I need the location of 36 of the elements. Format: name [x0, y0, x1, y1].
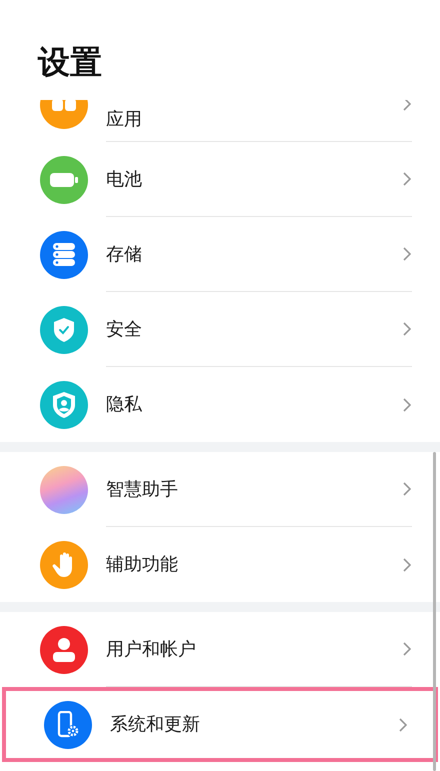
settings-row[interactable]: 电池	[2, 142, 438, 217]
chevron-icon	[402, 171, 412, 187]
chevron-icon	[398, 716, 408, 732]
settings-row[interactable]: 用户和帐户	[2, 612, 438, 687]
row-label: 存储	[106, 242, 143, 266]
settings-row[interactable]: 系统和更新	[2, 687, 438, 762]
storage-icon	[40, 230, 88, 278]
settings-row[interactable]: 辅助功能	[2, 527, 438, 602]
settings-row[interactable]: 应用	[2, 100, 438, 142]
chevron-icon	[402, 246, 412, 262]
settings-row[interactable]: 智慧助手	[2, 452, 438, 527]
row-label: 辅助功能	[106, 553, 179, 577]
row-label: 隐私	[106, 393, 143, 417]
shield-check-icon	[40, 306, 88, 354]
row-label: 智慧助手	[106, 478, 179, 502]
shield-person-icon	[40, 380, 88, 428]
assistant-icon	[40, 466, 88, 514]
settings-row[interactable]: 存储	[2, 217, 438, 292]
battery-icon	[40, 156, 88, 204]
settings-row[interactable]: 隐私	[2, 367, 438, 442]
chevron-icon	[402, 396, 412, 412]
row-label: 系统和更新	[110, 713, 201, 737]
page-title: 设置	[38, 42, 102, 83]
chevron-icon	[402, 641, 412, 657]
hand-icon	[40, 540, 88, 588]
chevron-icon	[402, 481, 412, 497]
settings-row[interactable]: 安全	[2, 292, 438, 367]
phone-gear-icon	[44, 700, 92, 748]
row-label: 安全	[106, 318, 143, 342]
chevron-icon	[402, 100, 412, 112]
chevron-icon	[402, 321, 412, 337]
row-label: 用户和帐户	[106, 638, 197, 662]
chevron-icon	[402, 556, 412, 572]
row-label: 电池	[106, 168, 143, 192]
row-label: 应用	[106, 108, 143, 132]
user-icon	[40, 626, 88, 674]
